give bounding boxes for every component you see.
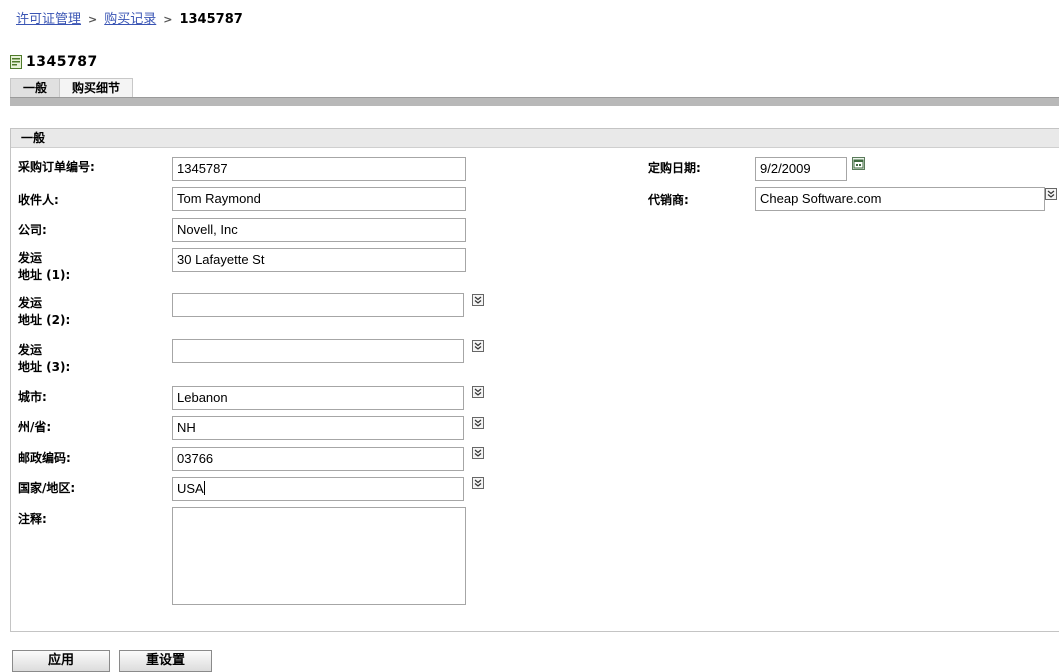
recipient-label: 收件人: [18, 193, 59, 207]
zip-label: 邮政编码: [18, 451, 71, 465]
country-input-value: USA [177, 481, 204, 496]
state-input[interactable]: NH [172, 416, 464, 440]
address3-label: 发运 地址 (3): [18, 342, 70, 376]
address1-input[interactable]: 30 Lafayette St [172, 248, 466, 272]
breadcrumb-separator: > [88, 13, 98, 26]
breadcrumb-current: 1345787 [179, 12, 243, 27]
city-label: 城市: [18, 390, 47, 404]
chevron-double-down-icon [474, 296, 482, 304]
tab-strip: 一般 购买细节 [10, 78, 134, 97]
breadcrumb: 许可证管理 > 购买记录 >1345787 [16, 8, 243, 27]
text-cursor [203, 481, 205, 495]
reset-button[interactable]: 重设置 [119, 650, 212, 672]
zip-input[interactable]: 03766 [172, 447, 464, 471]
address2-expand-button[interactable] [472, 294, 484, 306]
tab-general[interactable]: 一般 [10, 78, 61, 97]
address3-label-line1: 发运 [18, 343, 43, 357]
reseller-label: 代销商: [648, 193, 689, 207]
country-dropdown-button[interactable] [472, 477, 484, 489]
purchase-record-icon [10, 55, 22, 69]
company-label: 公司: [18, 223, 47, 237]
breadcrumb-purchase-records[interactable]: 购买记录 [104, 12, 156, 27]
tab-bar-divider [10, 97, 1059, 106]
chevron-double-down-icon [474, 419, 482, 427]
zip-dropdown-button[interactable] [472, 447, 484, 459]
address3-label-line2: 地址 (3): [18, 360, 71, 374]
address2-label-line2: 地址 (2): [18, 313, 71, 327]
notes-label: 注释: [18, 512, 47, 526]
page-title: 1345787 [26, 54, 98, 70]
state-dropdown-button[interactable] [472, 417, 484, 429]
apply-button[interactable]: 应用 [12, 650, 110, 672]
chevron-double-down-icon [474, 479, 482, 487]
address1-label-line1: 发运 [18, 251, 43, 265]
breadcrumb-license-management[interactable]: 许可证管理 [16, 12, 81, 27]
po-number-input[interactable]: 1345787 [172, 157, 466, 181]
city-dropdown-button[interactable] [472, 386, 484, 398]
calendar-icon[interactable] [852, 157, 865, 170]
company-input[interactable]: Novell, Inc [172, 218, 466, 242]
address2-label: 发运 地址 (2): [18, 295, 70, 329]
breadcrumb-separator: > [163, 13, 173, 26]
chevron-double-down-icon [474, 342, 482, 350]
page-title-row: 1345787 [10, 54, 98, 70]
po-number-label: 采购订单编号: [18, 160, 95, 174]
address2-label-line1: 发运 [18, 296, 43, 310]
country-label: 国家/地区: [18, 481, 76, 495]
address3-expand-button[interactable] [472, 340, 484, 352]
tab-purchase-details[interactable]: 购买细节 [59, 78, 134, 97]
section-title: 一般 [11, 129, 1059, 148]
reseller-input[interactable]: Cheap Software.com [755, 187, 1045, 211]
reseller-dropdown-button[interactable] [1045, 188, 1057, 200]
address1-label-line2: 地址 (1): [18, 268, 71, 282]
notes-textarea[interactable] [172, 507, 466, 605]
address2-input[interactable] [172, 293, 464, 317]
purchase-date-input[interactable]: 9/2/2009 [755, 157, 847, 181]
chevron-double-down-icon [1047, 190, 1055, 198]
address3-input[interactable] [172, 339, 464, 363]
city-input[interactable]: Lebanon [172, 386, 464, 410]
recipient-input[interactable]: Tom Raymond [172, 187, 466, 211]
country-input[interactable]: USA [172, 477, 464, 501]
chevron-double-down-icon [474, 388, 482, 396]
address1-label: 发运 地址 (1): [18, 250, 70, 284]
chevron-double-down-icon [474, 449, 482, 457]
purchase-date-label: 定购日期: [648, 161, 701, 175]
state-label: 州/省: [18, 420, 52, 434]
